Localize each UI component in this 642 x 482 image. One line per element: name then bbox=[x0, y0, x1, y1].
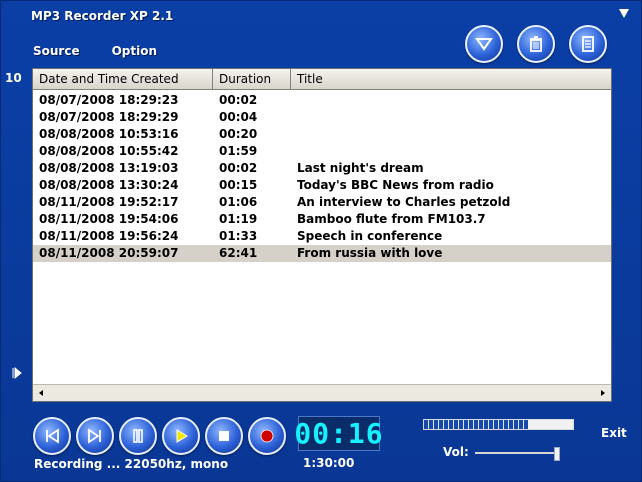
recording-level-meter bbox=[423, 419, 574, 430]
menu-source[interactable]: Source bbox=[33, 44, 80, 58]
title-cell: Last night's dream bbox=[297, 161, 424, 175]
table-row[interactable]: 08/08/2008 10:55:42 01:59 bbox=[33, 143, 611, 160]
menu-bar: Source Option bbox=[33, 44, 157, 58]
previous-button[interactable] bbox=[33, 417, 71, 455]
table-row[interactable]: 08/07/2008 18:29:23 00:02 bbox=[33, 92, 611, 109]
menu-option[interactable]: Option bbox=[112, 44, 157, 58]
record-icon bbox=[260, 429, 274, 443]
duration-cell: 00:04 bbox=[219, 110, 258, 124]
notes-icon bbox=[582, 36, 594, 52]
table-row[interactable]: 08/11/2008 19:56:24 01:33 Speech in conf… bbox=[33, 228, 611, 245]
record-button[interactable] bbox=[248, 417, 286, 455]
system-menu-arrow-icon[interactable] bbox=[619, 9, 629, 18]
duration-cell: 01:59 bbox=[219, 144, 258, 158]
column-date-time[interactable]: Date and Time Created bbox=[33, 69, 213, 89]
duration-cell: 01:19 bbox=[219, 212, 258, 226]
title-cell bbox=[291, 143, 611, 160]
volume-slider-track[interactable] bbox=[475, 452, 560, 454]
duration-cell: 01:06 bbox=[219, 195, 258, 209]
table-row[interactable]: 08/07/2008 18:29:29 00:04 bbox=[33, 109, 611, 126]
date-time-cell: 08/11/2008 19:52:17 bbox=[39, 195, 179, 209]
next-button[interactable] bbox=[76, 417, 114, 455]
date-time-cell: 08/08/2008 10:55:42 bbox=[39, 144, 179, 158]
recording-status: Recording ... 22050hz, mono bbox=[34, 457, 229, 471]
next-icon bbox=[88, 428, 101, 444]
dropdown-arrow-icon bbox=[475, 38, 493, 51]
date-time-cell: 08/08/2008 10:53:16 bbox=[39, 127, 179, 141]
scroll-left-icon bbox=[39, 390, 43, 396]
table-row[interactable]: 08/11/2008 19:54:06 01:19 Bamboo flute f… bbox=[33, 211, 611, 228]
pause-button[interactable] bbox=[119, 417, 157, 455]
volume-slider-thumb[interactable] bbox=[553, 447, 560, 461]
pause-icon bbox=[133, 429, 143, 443]
duration-cell: 00:15 bbox=[219, 178, 258, 192]
recording-level-fill bbox=[424, 420, 529, 429]
duration-cell: 00:20 bbox=[219, 127, 258, 141]
trash-icon bbox=[530, 36, 542, 52]
title-cell: From russia with love bbox=[297, 246, 443, 260]
title-cell: An interview to Charles petzold bbox=[297, 195, 511, 209]
duration-cell: 62:41 bbox=[219, 246, 258, 260]
title-cell bbox=[291, 126, 611, 143]
date-time-cell: 08/08/2008 13:19:03 bbox=[39, 161, 179, 175]
date-time-cell: 08/11/2008 20:59:07 bbox=[39, 246, 179, 260]
duration-cell: 00:02 bbox=[219, 161, 258, 175]
table-row-selected[interactable]: 08/11/2008 20:59:07 62:41 From russia wi… bbox=[33, 245, 611, 262]
total-time: 1:30:00 bbox=[303, 456, 355, 470]
play-marker-icon[interactable] bbox=[12, 367, 22, 379]
scroll-left-button[interactable] bbox=[33, 385, 49, 401]
horizontal-scrollbar[interactable] bbox=[33, 384, 611, 401]
date-time-cell: 08/11/2008 19:54:06 bbox=[39, 212, 179, 226]
date-time-cell: 08/07/2008 18:29:29 bbox=[39, 110, 179, 124]
stop-icon bbox=[219, 431, 229, 441]
date-time-cell: 08/11/2008 19:56:24 bbox=[39, 229, 179, 243]
elapsed-timer: 00:16 bbox=[294, 416, 384, 451]
exit-button[interactable]: Exit bbox=[601, 426, 627, 440]
play-icon bbox=[176, 429, 188, 443]
delete-button[interactable] bbox=[517, 25, 555, 63]
table-row[interactable]: 08/08/2008 10:53:16 00:20 bbox=[33, 126, 611, 143]
list-count: 10 bbox=[5, 71, 22, 85]
date-time-cell: 08/07/2008 18:29:23 bbox=[39, 93, 179, 107]
date-time-cell: 08/08/2008 13:30:24 bbox=[39, 178, 179, 192]
transport-controls bbox=[33, 417, 286, 455]
title-cell: Speech in conference bbox=[297, 229, 443, 243]
recordings-list[interactable]: Date and Time Created Duration Title 08/… bbox=[32, 68, 612, 402]
duration-cell: 01:33 bbox=[219, 229, 258, 243]
notes-button[interactable] bbox=[569, 25, 607, 63]
list-header: Date and Time Created Duration Title bbox=[33, 69, 611, 90]
list-body: 08/07/2008 18:29:23 00:02 08/07/2008 18:… bbox=[33, 92, 611, 262]
column-title[interactable]: Title bbox=[291, 69, 611, 89]
title-cell: Bamboo flute from FM103.7 bbox=[297, 212, 486, 226]
stop-button[interactable] bbox=[205, 417, 243, 455]
title-cell: Today's BBC News from radio bbox=[297, 178, 494, 192]
dropdown-button[interactable] bbox=[465, 25, 503, 63]
title-cell bbox=[291, 92, 611, 109]
scroll-right-button[interactable] bbox=[595, 385, 611, 401]
title-cell bbox=[291, 109, 611, 126]
scroll-right-icon bbox=[601, 390, 605, 396]
column-duration[interactable]: Duration bbox=[213, 69, 291, 89]
window-title: MP3 Recorder XP 2.1 bbox=[31, 9, 174, 23]
app-window: MP3 Recorder XP 2.1 Source Option 10 Dat… bbox=[0, 0, 642, 482]
table-row[interactable]: 08/08/2008 13:30:24 00:15 Today's BBC Ne… bbox=[33, 177, 611, 194]
table-row[interactable]: 08/08/2008 13:19:03 00:02 Last night's d… bbox=[33, 160, 611, 177]
duration-cell: 00:02 bbox=[219, 93, 258, 107]
table-row[interactable]: 08/11/2008 19:52:17 01:06 An interview t… bbox=[33, 194, 611, 211]
previous-icon bbox=[46, 428, 59, 444]
volume-label: Vol: bbox=[443, 445, 469, 459]
play-button[interactable] bbox=[162, 417, 200, 455]
